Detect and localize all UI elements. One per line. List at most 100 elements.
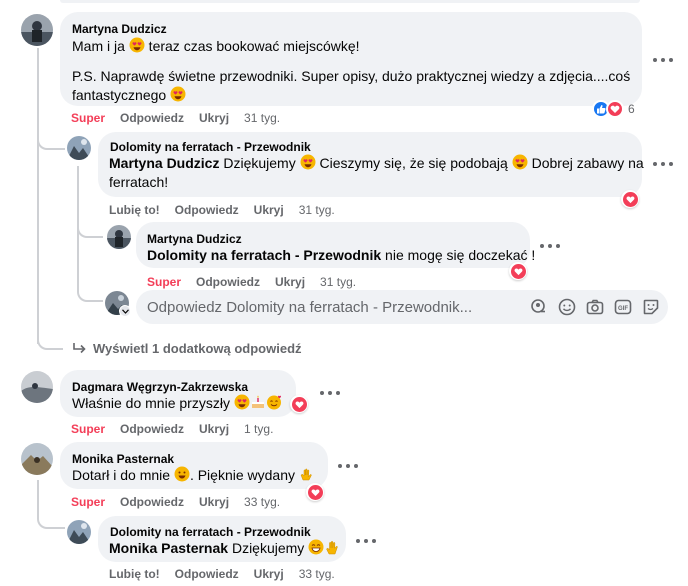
comment-bubble-3: Monika Pasternak Dotarł i do mnie . Pięk… [60,442,328,489]
thread-curve-input [77,284,103,302]
reaction-button[interactable]: Super [147,275,181,289]
hide-button[interactable]: Ukryj [199,495,229,509]
avatar-monika[interactable] [21,443,53,475]
comment-actions: Super Odpowiedz Ukryj 1 tyg. [71,422,288,436]
timestamp[interactable]: 31 tyg. [320,275,356,289]
comment-actions: Super Odpowiedz Ukryj 31 tyg. [71,111,295,125]
thread-curve-reply1 [37,128,65,150]
sticker-icon[interactable] [642,298,660,316]
timestamp[interactable]: 33 tyg. [244,495,280,509]
reply-button[interactable]: Odpowiedz [175,203,239,217]
reply-text-line2: ferratach! [109,174,169,190]
reply-bubble-3: Dolomity na ferratach - Przewodnik Monik… [98,516,346,562]
comment-author[interactable]: Dagmara Węgrzyn-Zakrzewska [72,380,248,394]
heart-eyes-emoji [512,154,528,175]
avatar-sticker-icon[interactable] [530,298,548,316]
more-options-icon[interactable] [356,537,376,545]
hide-button[interactable]: Ukryj [199,111,229,125]
comment-text-line2: P.S. Naprawdę świetne przewodniki. Super… [72,68,631,84]
hide-button[interactable]: Ukryj [275,275,305,289]
like-button[interactable]: Lubię to! [109,567,160,581]
more-options-icon[interactable] [653,160,673,168]
love-reaction-icon[interactable] [509,262,527,280]
avatar-martyna[interactable] [107,225,131,249]
reaction-summary[interactable]: 6 [592,99,635,119]
reply-button[interactable]: Odpowiedz [175,567,239,581]
mention-link[interactable]: Dolomity na ferratach - Przewodnik [147,247,381,263]
love-reaction-icon[interactable] [621,190,639,208]
reply-arrow-icon [72,342,88,356]
reaction-button[interactable]: Super [71,495,105,509]
reaction-button[interactable]: Super [71,111,105,125]
timestamp[interactable]: 31 tyg. [299,203,335,217]
avatar-dropdown-icon[interactable] [119,305,131,317]
reply-text-line1: Martyna Dudzicz Dziękujemy Cieszymy się,… [109,154,644,175]
heart-eyes-emoji [129,37,145,58]
smiling-face-with-hearts-emoji [266,394,282,415]
avatar-dagmara[interactable] [21,371,53,403]
more-options-icon[interactable] [320,389,340,397]
avatar-martyna[interactable] [21,14,53,46]
reaction-count: 6 [628,102,635,116]
hide-button[interactable]: Ukryj [254,203,284,217]
gif-icon[interactable]: GIF [614,298,632,316]
love-reaction-icon [606,100,624,118]
reply-actions: Super Odpowiedz Ukryj 31 tyg. [147,275,371,289]
beaming-face-emoji [308,539,324,560]
hide-button[interactable]: Ukryj [199,422,229,436]
more-options-icon[interactable] [338,462,358,470]
cake-emoji [250,394,266,415]
top-divider [60,0,640,3]
love-reaction-icon[interactable] [306,483,324,501]
comment-text-line1: Mam i ja teraz czas bookować miejscówkę! [72,37,360,58]
thread-curve-reply2 [77,220,103,238]
reaction-button[interactable]: Super [71,422,105,436]
reply-author[interactable]: Martyna Dudzicz [147,232,242,246]
heart-eyes-emoji [234,394,250,415]
comment-text: Właśnie do mnie przyszły [72,394,282,415]
comment-author[interactable]: Monika Pasternak [72,452,174,466]
timestamp[interactable]: 1 tyg. [244,422,273,436]
hide-button[interactable]: Ukryj [254,567,284,581]
reply-button[interactable]: Odpowiedz [120,111,184,125]
comment-author[interactable]: Martyna Dudzicz [72,22,167,36]
thread-line-main [37,48,39,344]
timestamp[interactable]: 31 tyg. [244,111,280,125]
like-button[interactable]: Lubię to! [109,203,160,217]
reply-author[interactable]: Dolomity na ferratach - Przewodnik [110,140,311,154]
reply-button[interactable]: Odpowiedz [196,275,260,289]
view-more-replies[interactable]: Wyświetl 1 dodatkową odpowiedź [72,341,302,356]
more-options-icon[interactable] [540,242,560,250]
heart-eyes-emoji [300,154,316,175]
avatar-page[interactable] [67,136,91,160]
reply-text: Dolomity na ferratach - Przewodnik nie m… [147,247,536,263]
reply-author[interactable]: Dolomity na ferratach - Przewodnik [110,525,311,539]
comment-text: Dotarł i do mnie . Pięknie wydany [72,466,315,487]
love-reaction-icon[interactable] [290,395,308,413]
reply-bubble-2: Martyna Dudzicz Dolomity na ferratach - … [136,222,535,268]
comment-text-line3: fantastycznego [72,86,186,107]
timestamp[interactable]: 33 tyg. [299,567,335,581]
reply-text: Monika Pasternak Dziękujemy [109,539,340,560]
grinning-face-emoji [174,466,190,487]
waving-hand-emoji [324,539,340,560]
comment-bubble-2: Dagmara Węgrzyn-Zakrzewska Właśnie do mn… [60,370,296,417]
view-more-replies-label: Wyświetl 1 dodatkową odpowiedź [93,341,302,356]
more-options-icon[interactable] [653,56,673,64]
reply-input-placeholder: Odpowiedz Dolomity na ferratach - Przewo… [147,299,473,316]
reply-input[interactable]: Odpowiedz Dolomity na ferratach - Przewo… [136,290,668,324]
reply-bubble-1: Dolomity na ferratach - Przewodnik Marty… [98,132,644,197]
heart-eyes-emoji [170,86,186,107]
mention-link[interactable]: Monika Pasternak [109,540,228,556]
camera-icon[interactable] [586,298,604,316]
thread-curve-more [37,330,63,350]
comment-bubble-1: Martyna Dudzicz Mam i ja teraz czas book… [60,12,642,106]
thread-curve-reply3 [37,505,65,529]
reply-button[interactable]: Odpowiedz [120,495,184,509]
reply-button[interactable]: Odpowiedz [120,422,184,436]
emoji-icon[interactable] [558,298,576,316]
mention-link[interactable]: Martyna Dudzicz [109,155,219,171]
reply-actions: Lubię to! Odpowiedz Ukryj 33 tyg. [109,567,350,581]
reply-actions: Lubię to! Odpowiedz Ukryj 31 tyg. [109,203,350,217]
avatar-page[interactable] [67,520,91,544]
